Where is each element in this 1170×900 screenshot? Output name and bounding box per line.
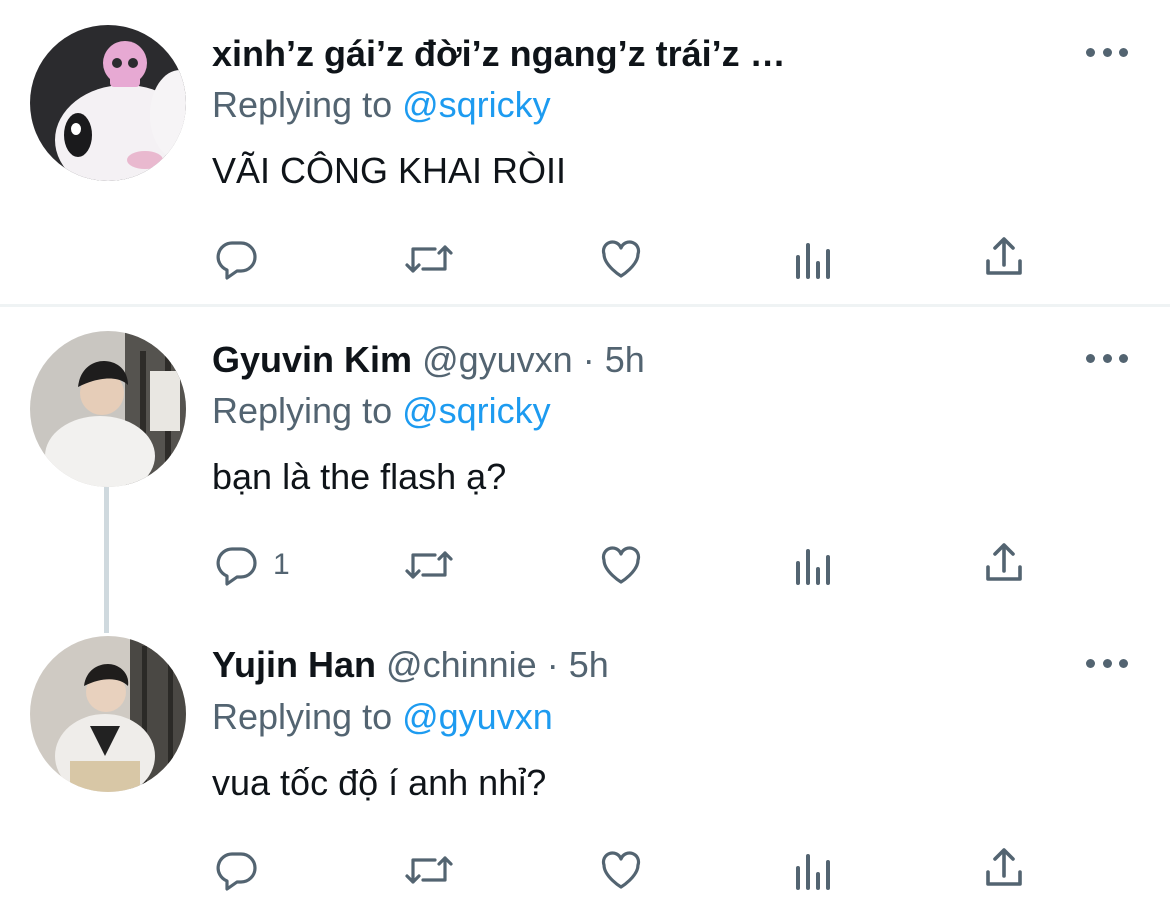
timestamp[interactable]: 5h <box>605 339 645 380</box>
reply-mention-link[interactable]: @sqricky <box>402 84 551 125</box>
more-options-icon[interactable] <box>1086 45 1128 59</box>
tweet-1[interactable]: xinh’z gái’z đời’z ngang’z trái’z … Repl… <box>0 0 1170 304</box>
share-button[interactable] <box>980 539 1028 587</box>
like-icon <box>601 851 641 889</box>
analytics-icon <box>796 243 830 279</box>
replying-to-label: Replying to <box>212 84 403 125</box>
avatar[interactable] <box>30 636 186 792</box>
tweet-3[interactable]: Yujin Han @chinnie · 5h Replying to @gyu… <box>0 610 1170 900</box>
share-icon <box>986 848 1022 886</box>
retweet-icon <box>405 856 453 884</box>
replying-to-label: Replying to <box>212 696 403 737</box>
like-icon <box>601 546 641 584</box>
replying-to: Replying to @gyuvxn <box>212 694 553 740</box>
tweet-text: bạn là the flash ạ? <box>212 456 507 497</box>
retweet-icon <box>405 245 453 273</box>
author-line: Gyuvin Kim @gyuvxn · 5h <box>212 337 645 383</box>
analytics-button[interactable] <box>790 235 834 283</box>
avatar[interactable] <box>30 25 186 181</box>
reply-icon <box>216 547 257 586</box>
share-icon <box>986 237 1022 275</box>
display-name[interactable]: Yujin Han <box>212 644 376 685</box>
handle[interactable]: @gyuvxn <box>422 339 573 380</box>
like-button[interactable] <box>597 541 645 589</box>
reply-icon <box>216 852 257 891</box>
retweet-button[interactable] <box>401 846 457 894</box>
retweet-button[interactable] <box>401 541 457 589</box>
retweet-icon <box>405 551 453 579</box>
share-button[interactable] <box>980 233 1028 281</box>
analytics-icon <box>796 854 830 890</box>
replying-to: Replying to @sqricky <box>212 388 551 434</box>
reply-button[interactable] <box>213 235 261 283</box>
author-line: Yujin Han @chinnie · 5h <box>212 642 609 688</box>
like-button[interactable] <box>597 846 645 894</box>
more-options-icon[interactable] <box>1086 656 1128 670</box>
like-icon <box>601 240 641 278</box>
tweet-2[interactable]: Gyuvin Kim @gyuvxn · 5h Replying to @sqr… <box>0 307 1170 610</box>
author-line: xinh’z gái’z đời’z ngang’z trái’z … <box>212 31 786 77</box>
analytics-button[interactable] <box>790 846 834 894</box>
reply-count: 1 <box>273 548 290 581</box>
handle[interactable]: @chinnie <box>386 644 537 685</box>
reply-button[interactable] <box>213 846 261 894</box>
reply-icon <box>216 241 257 280</box>
reply-mention-link[interactable]: @sqricky <box>402 390 551 431</box>
avatar[interactable] <box>30 331 186 487</box>
analytics-button[interactable] <box>790 541 834 589</box>
separator: · <box>582 339 595 380</box>
replying-to-label: Replying to <box>212 390 403 431</box>
tweet-text: vua tốc độ í anh nhỉ? <box>212 762 547 803</box>
timestamp[interactable]: 5h <box>569 644 609 685</box>
replying-to: Replying to @sqricky <box>212 82 551 128</box>
reply-button[interactable]: 1 <box>213 541 290 589</box>
reply-mention-link[interactable]: @gyuvxn <box>402 696 553 737</box>
display-name[interactable]: Gyuvin Kim <box>212 339 412 380</box>
share-icon <box>986 543 1022 581</box>
like-button[interactable] <box>597 235 645 283</box>
display-name[interactable]: xinh’z gái’z đời’z ngang’z trái’z … <box>212 33 786 74</box>
share-button[interactable] <box>980 844 1028 892</box>
more-options-icon[interactable] <box>1086 351 1128 365</box>
tweet-text: VÃI CÔNG KHAI RÒII <box>212 150 567 191</box>
retweet-button[interactable] <box>401 235 457 283</box>
analytics-icon <box>796 549 830 585</box>
separator: · <box>546 644 559 685</box>
